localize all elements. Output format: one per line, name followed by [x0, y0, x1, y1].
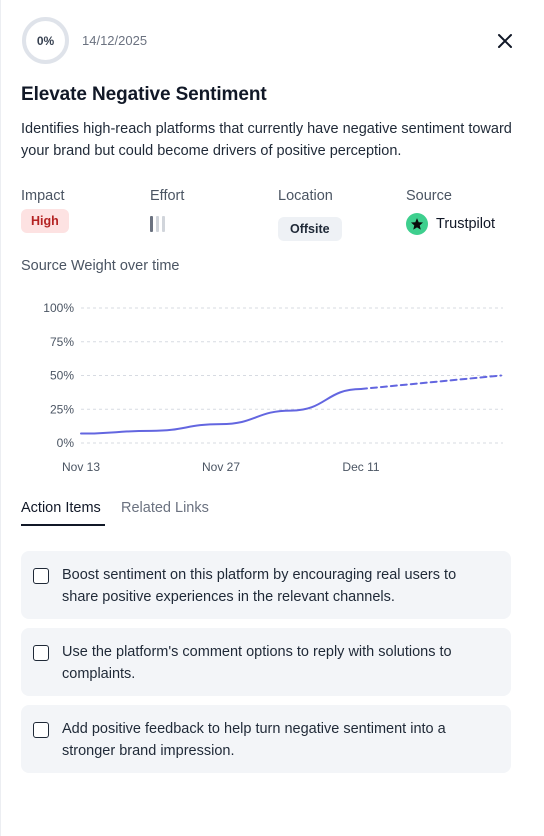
progress-value: 0% — [36, 33, 55, 48]
location-label: Location — [278, 188, 333, 204]
source-item: Trustpilot — [406, 213, 495, 235]
action-text: Boost sentiment on this platform by enco… — [62, 567, 457, 605]
tab-action-items[interactable]: Action Items — [21, 500, 101, 516]
y-tick-label: 75% — [50, 335, 74, 349]
action-item: Boost sentiment on this platform by enco… — [21, 551, 511, 619]
action-text: Use the platform's comment options to re… — [62, 644, 452, 682]
date-label: 14/12/2025 — [82, 33, 148, 48]
effort-bar — [162, 216, 165, 232]
impact-label: Impact — [21, 188, 65, 204]
effort-bar — [156, 216, 159, 232]
impact-badge: High — [21, 209, 69, 233]
y-tick-label: 25% — [50, 402, 74, 416]
recommendation-panel: 0% 14/12/2025 Elevate Negative Sentiment… — [0, 0, 544, 836]
description: Identifies high-reach platforms that cur… — [21, 121, 512, 159]
x-tick-label: Nov 27 — [202, 460, 240, 474]
weight-line — [80, 388, 362, 435]
y-tick-label: 100% — [43, 301, 74, 315]
y-tick-label: 50% — [50, 369, 74, 383]
page-title: Elevate Negative Sentiment — [21, 84, 267, 105]
close-button[interactable] — [493, 29, 517, 53]
trustpilot-star-icon — [406, 213, 428, 235]
action-item: Add positive feedback to help turn negat… — [21, 705, 511, 773]
x-tick-label: Dec 11 — [342, 460, 379, 474]
tab-related-links[interactable]: Related Links — [121, 500, 209, 516]
location-badge: Offsite — [278, 217, 342, 241]
close-icon[interactable] — [497, 33, 513, 49]
source-label: Source — [406, 188, 452, 204]
tab-bar: Action Items Related Links — [21, 500, 511, 528]
active-tab-indicator — [21, 524, 105, 526]
action-checkbox[interactable] — [33, 645, 49, 661]
source-weight-chart: 100% 75% 50% 25% 0% Nov 13 Nov 27 Dec 11 — [43, 301, 503, 474]
source-name: Trustpilot — [436, 216, 496, 232]
action-text: Add positive feedback to help turn negat… — [62, 721, 446, 759]
action-item: Use the platform's comment options to re… — [21, 628, 511, 696]
projected-line — [360, 374, 502, 390]
action-checkbox[interactable] — [33, 568, 49, 584]
effort-bar — [150, 216, 153, 232]
action-checkbox[interactable] — [33, 722, 49, 738]
effort-label: Effort — [150, 188, 185, 204]
chart-title: Source Weight over time — [21, 258, 180, 274]
effort-meter — [150, 216, 165, 232]
x-tick-label: Nov 13 — [62, 460, 100, 474]
y-tick-label: 0% — [57, 436, 75, 450]
progress-ring: 0% — [22, 17, 69, 64]
